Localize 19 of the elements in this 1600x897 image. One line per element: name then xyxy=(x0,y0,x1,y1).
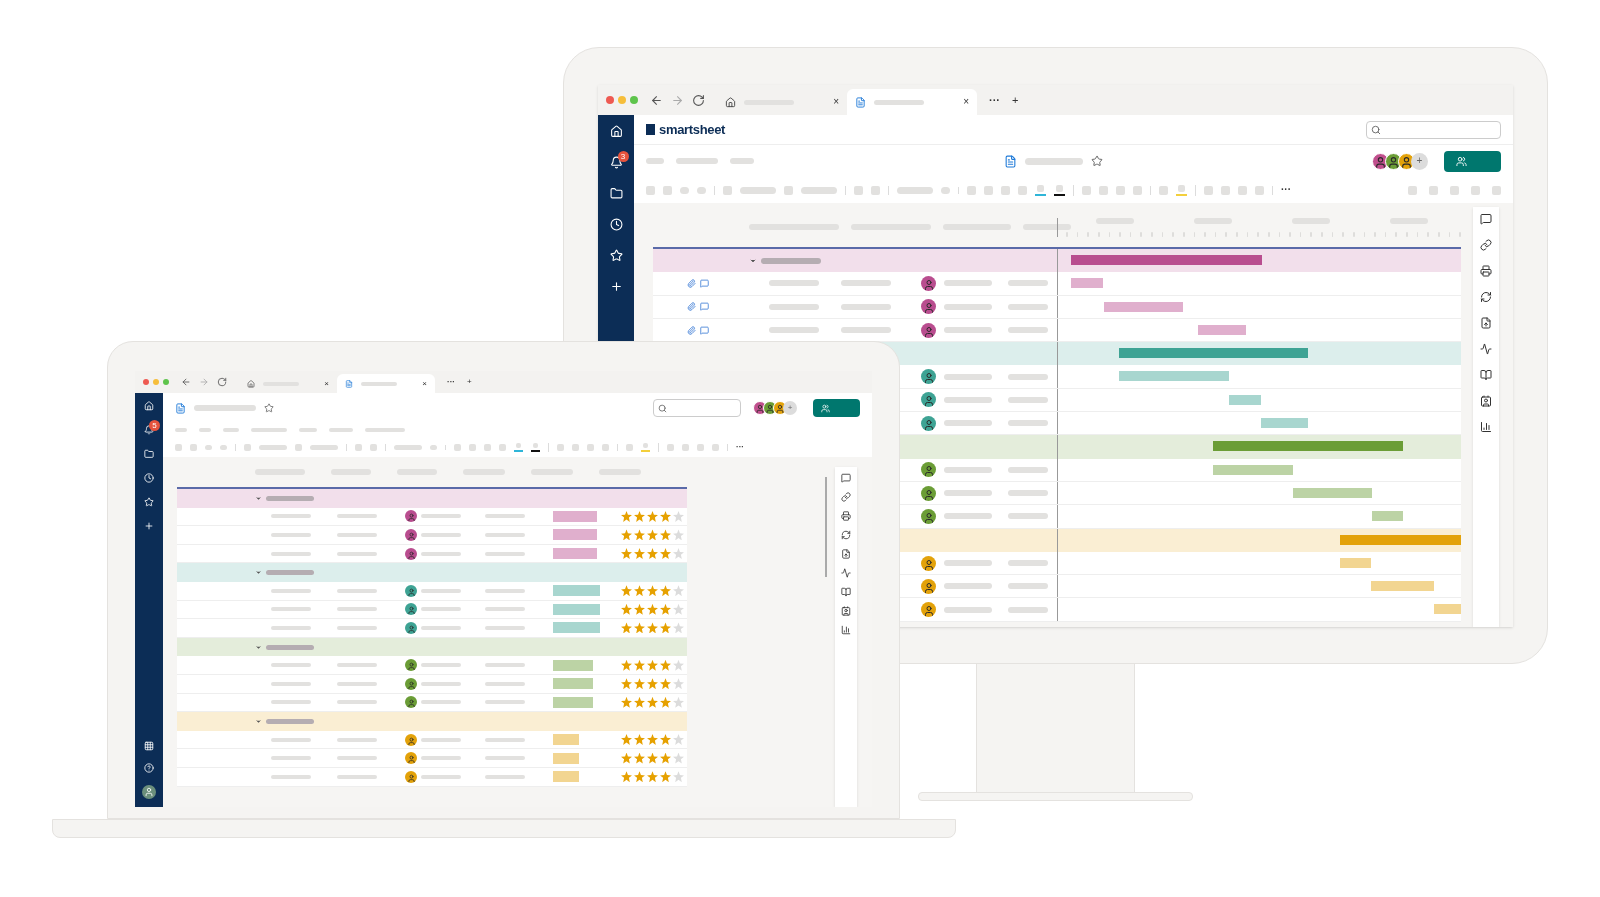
notification-badge: 5 xyxy=(149,420,160,431)
new-tab-button[interactable]: + xyxy=(1012,94,1019,106)
browser-tab[interactable]: × xyxy=(717,89,847,115)
add-collaborator-button[interactable]: + xyxy=(783,401,797,415)
more-tools-button[interactable]: ··· xyxy=(736,443,744,451)
close-tab-button[interactable]: × xyxy=(324,379,329,388)
more-button[interactable]: ··· xyxy=(447,378,455,386)
close-tab-button[interactable]: × xyxy=(422,379,427,388)
browser-tab[interactable]: × xyxy=(847,89,977,115)
new-tab-button[interactable]: + xyxy=(467,378,472,386)
close-tab-button[interactable]: × xyxy=(833,97,839,107)
more-button[interactable]: ··· xyxy=(989,94,1000,106)
close-tab-button[interactable]: × xyxy=(963,97,969,107)
add-collaborator-button[interactable]: + xyxy=(1411,152,1428,170)
browser-tab[interactable]: × xyxy=(337,374,435,393)
browser-tab[interactable]: × xyxy=(239,374,337,393)
notification-badge: 3 xyxy=(617,151,629,162)
more-tools-button[interactable]: ··· xyxy=(1281,185,1291,195)
app-logo[interactable]: smartsheet xyxy=(659,119,726,140)
